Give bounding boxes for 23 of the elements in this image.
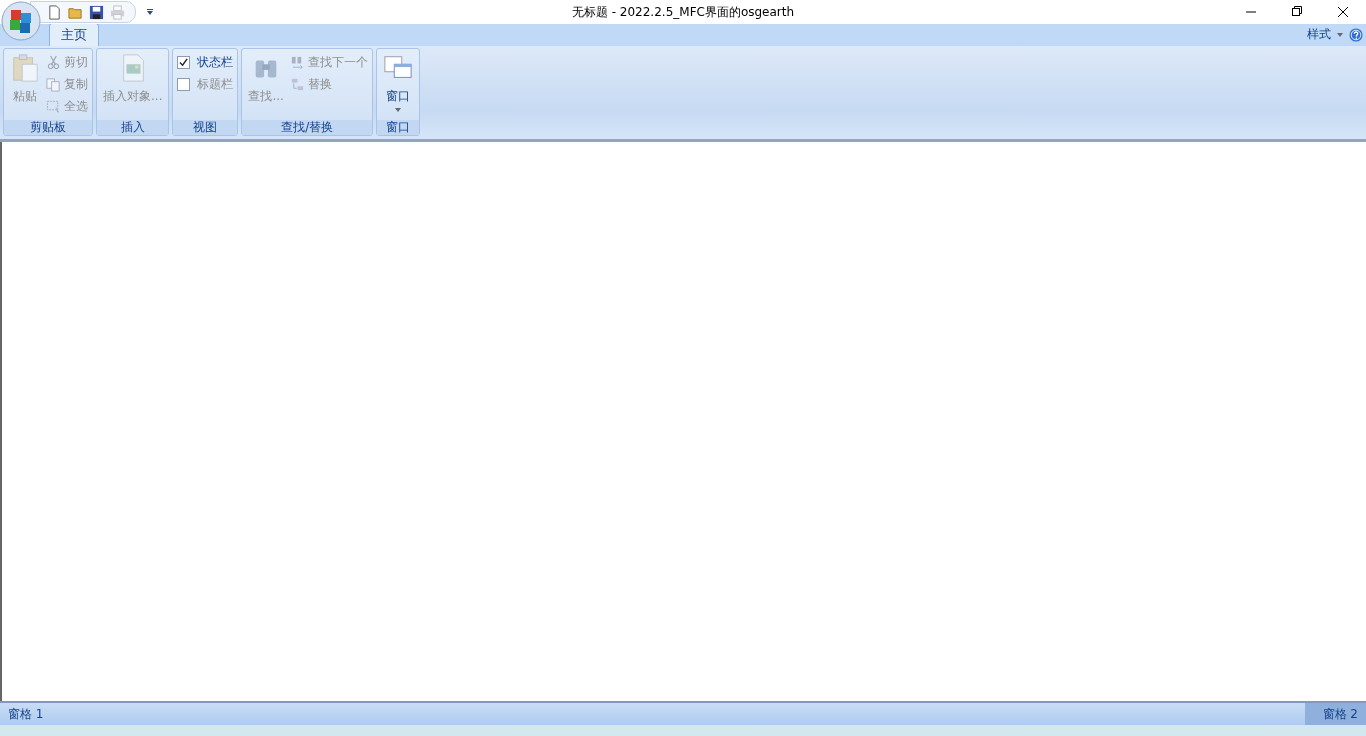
group-label: 查找/替换 [242, 120, 372, 135]
scissors-icon [46, 55, 61, 70]
ribbon-large-button[interactable]: 窗口 [380, 51, 415, 118]
find-next-icon [289, 55, 305, 70]
status-pane: 窗格 2 [1304, 703, 1366, 725]
help-icon[interactable] [1349, 27, 1363, 42]
group-label: 剪贴板 [4, 120, 92, 135]
checkmark-icon [179, 58, 189, 67]
window-title: 无标题 - 2022.2.5_MFC界面的osgearth [571, 3, 795, 21]
copy-icon [46, 77, 61, 92]
checkbox[interactable]: 状态栏 [177, 53, 234, 72]
ribbon-tab[interactable]: 主页 [49, 23, 99, 46]
replace-icon [289, 77, 305, 92]
select-all-icon [46, 99, 61, 114]
clipboard-icon [10, 53, 40, 83]
group-label: 窗口 [376, 120, 419, 135]
new-document-icon[interactable] [47, 4, 62, 20]
group-label: 视图 [173, 120, 238, 135]
customize-dropdown-icon[interactable] [146, 8, 154, 16]
caret-icon[interactable] [1337, 32, 1343, 37]
style-menu[interactable]: 样式 [1307, 26, 1331, 43]
status-pane: 窗格 1 [8, 705, 44, 723]
group-label: 插入 [97, 120, 169, 135]
